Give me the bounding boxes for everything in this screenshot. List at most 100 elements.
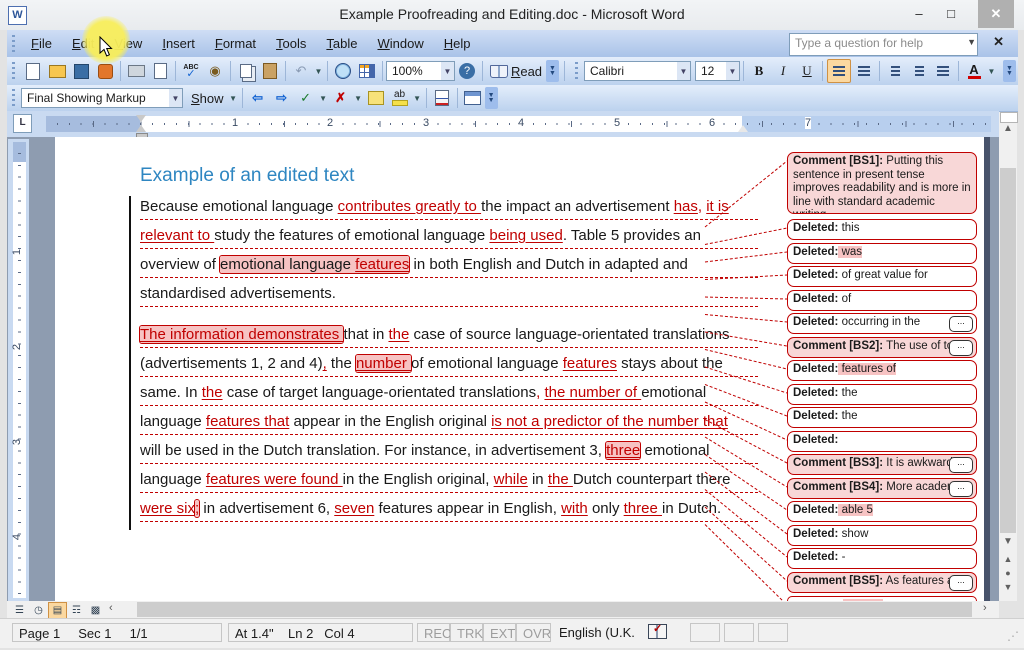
track-changes-toggle[interactable]: TRK: [450, 623, 483, 642]
select-browse-object-icon[interactable]: ●: [1000, 568, 1016, 581]
hanging-indent-marker[interactable]: [136, 125, 146, 132]
outline-view-button[interactable]: ☶: [67, 602, 86, 619]
toolbar-drag-handle[interactable]: [12, 89, 15, 107]
normal-view-button[interactable]: ☰: [10, 602, 29, 619]
toolbar-options-icon[interactable]: ▼▼: [1003, 60, 1016, 82]
overtype-toggle[interactable]: OVR: [516, 623, 551, 642]
reject-change-button[interactable]: ✗: [330, 87, 352, 109]
scroll-up-icon[interactable]: ▲: [1000, 123, 1016, 138]
text-line[interactable]: relevant to study the features of emotio…: [140, 227, 701, 249]
text-line[interactable]: were six; in advertisement 6, seven feat…: [140, 500, 721, 522]
page-position-cell[interactable]: Page 1 Sec 1 1/1: [12, 623, 222, 642]
comment-balloon[interactable]: Comment [BS2]: The use of too...: [787, 337, 977, 358]
text-line[interactable]: (advertisements 1, 2 and 4), the number …: [140, 355, 723, 377]
balloon-more-button[interactable]: ...: [949, 481, 973, 497]
deleted-balloon[interactable]: Deleted: features of: [787, 360, 977, 381]
new-document-button[interactable]: [22, 60, 44, 82]
deleted-balloon[interactable]: Deleted: show: [787, 525, 977, 546]
previous-change-button[interactable]: ⇦: [247, 87, 269, 109]
toolbar-drag-handle[interactable]: [12, 62, 15, 80]
display-for-review-combobox[interactable]: Final Showing Markup▼: [21, 88, 183, 108]
show-menu-button[interactable]: Show: [183, 88, 228, 109]
text-line[interactable]: Because emotional language contributes g…: [140, 198, 729, 220]
research-button[interactable]: ◉: [204, 60, 226, 82]
accept-change-button[interactable]: ✓: [295, 87, 317, 109]
comment-anchor[interactable]: The information demonstrates: [140, 326, 343, 343]
spelling-status-icon[interactable]: ✓: [648, 624, 667, 639]
language-cell[interactable]: English (U.K.: [553, 623, 641, 642]
deleted-balloon[interactable]: Deleted: was: [787, 243, 977, 264]
reject-change-dropdown-icon[interactable]: ▼: [353, 94, 364, 103]
comment-balloon[interactable]: Comment [BS4]: More academi...: [787, 478, 977, 499]
balloon-more-button[interactable]: ...: [949, 575, 973, 591]
toolbar-drag-handle[interactable]: [575, 62, 578, 80]
balloon-more-button[interactable]: ...: [949, 457, 973, 473]
text-line[interactable]: standardised advertisements.: [140, 285, 336, 307]
previous-page-icon[interactable]: ▲: [1000, 554, 1016, 567]
text-line[interactable]: same. In the case of target language-ori…: [140, 384, 706, 406]
menu-table[interactable]: Table: [316, 32, 367, 55]
bold-button[interactable]: B: [748, 60, 770, 82]
menu-help[interactable]: Help: [434, 32, 481, 55]
menu-tools[interactable]: Tools: [266, 32, 316, 55]
deleted-balloon[interactable]: Deleted: -: [787, 548, 977, 569]
vertical-scrollbar[interactable]: ▲ ▼ ▲ ● ▼: [999, 112, 1017, 601]
zoom-combobox[interactable]: 100%▼: [386, 61, 455, 81]
open-button[interactable]: [46, 60, 68, 82]
toolbar-options-icon[interactable]: ▼▼: [485, 87, 498, 109]
vertical-ruler[interactable]: 1 2 3 4: [8, 139, 29, 601]
text-line[interactable]: will be used in the Dutch translation. F…: [140, 442, 710, 464]
underline-button[interactable]: U: [796, 60, 818, 82]
deleted-balloon[interactable]: Deleted: of great value for: [787, 266, 977, 287]
web-layout-view-button[interactable]: ◷: [29, 602, 48, 619]
italic-button[interactable]: I: [772, 60, 794, 82]
next-page-icon[interactable]: ▼: [1000, 582, 1016, 595]
scroll-down-icon[interactable]: ▼: [1000, 536, 1016, 551]
deleted-balloon[interactable]: Deleted: occurring in the...: [787, 313, 977, 334]
balloon-more-button[interactable]: ...: [949, 340, 973, 356]
reading-layout-view-button[interactable]: ▩: [86, 602, 105, 619]
font-color-dropdown-icon[interactable]: ▼: [986, 67, 997, 76]
insert-hyperlink-button[interactable]: [332, 60, 354, 82]
menu-window[interactable]: Window: [367, 32, 433, 55]
right-indent-marker[interactable]: [738, 125, 748, 132]
scroll-right-icon[interactable]: ›: [983, 602, 987, 614]
font-name-combobox[interactable]: Calibri▼: [584, 61, 691, 81]
deleted-balloon[interactable]: Deleted: able 5: [787, 501, 977, 522]
comment-anchor[interactable]: three: [606, 442, 640, 459]
comment-balloon[interactable]: Comment [BS5]: As features are...: [787, 572, 977, 593]
paste-button[interactable]: [259, 60, 281, 82]
font-size-combobox[interactable]: 12▼: [695, 61, 740, 81]
text-line[interactable]: overview of emotional language features …: [140, 256, 688, 278]
text-line[interactable]: language features were found in the Engl…: [140, 471, 730, 493]
toolbar-options-icon[interactable]: ▼▼: [546, 60, 559, 82]
toolbar-drag-handle[interactable]: [12, 35, 15, 53]
menubar-close-icon[interactable]: ✕: [993, 34, 1004, 50]
cursor-position-cell[interactable]: At 1.4" Ln 2 Col 4: [228, 623, 413, 642]
tab-selector[interactable]: L: [13, 114, 32, 133]
minimize-button[interactable]: –: [906, 0, 932, 28]
horizontal-scroll-thumb[interactable]: [137, 602, 972, 617]
maximize-button[interactable]: □: [938, 0, 964, 28]
spelling-button[interactable]: ABC✓: [180, 60, 202, 82]
menu-insert[interactable]: Insert: [152, 32, 205, 55]
balloon-more-button[interactable]: ...: [949, 316, 973, 332]
deleted-balloon[interactable]: Deleted: the: [787, 407, 977, 428]
document-page[interactable]: Example of an edited text Because emotio…: [55, 137, 984, 601]
comment-balloon[interactable]: Comment [BS3]: It is awkward t...: [787, 454, 977, 475]
print-button[interactable]: [125, 60, 147, 82]
horizontal-ruler[interactable]: L 1 2 3 4 5 6 7: [7, 111, 999, 137]
read-button[interactable]: Read: [487, 60, 545, 82]
increase-indent-button[interactable]: [932, 60, 954, 82]
chevron-down-icon[interactable]: ▼: [967, 37, 976, 47]
close-button[interactable]: ✕: [978, 0, 1014, 28]
track-changes-button[interactable]: [431, 87, 453, 109]
record-macro-toggle[interactable]: REC: [417, 623, 450, 642]
bullet-list-button[interactable]: [908, 60, 930, 82]
undo-button[interactable]: ↶: [290, 60, 312, 82]
save-button[interactable]: [70, 60, 92, 82]
reviewing-pane-button[interactable]: [462, 87, 484, 109]
horizontal-scrollbar[interactable]: ☰ ◷ ▤ ☶ ▩ ‹ ›: [7, 601, 999, 618]
vertical-scroll-thumb[interactable]: [1000, 168, 1016, 533]
scroll-left-icon[interactable]: ‹: [109, 602, 113, 614]
